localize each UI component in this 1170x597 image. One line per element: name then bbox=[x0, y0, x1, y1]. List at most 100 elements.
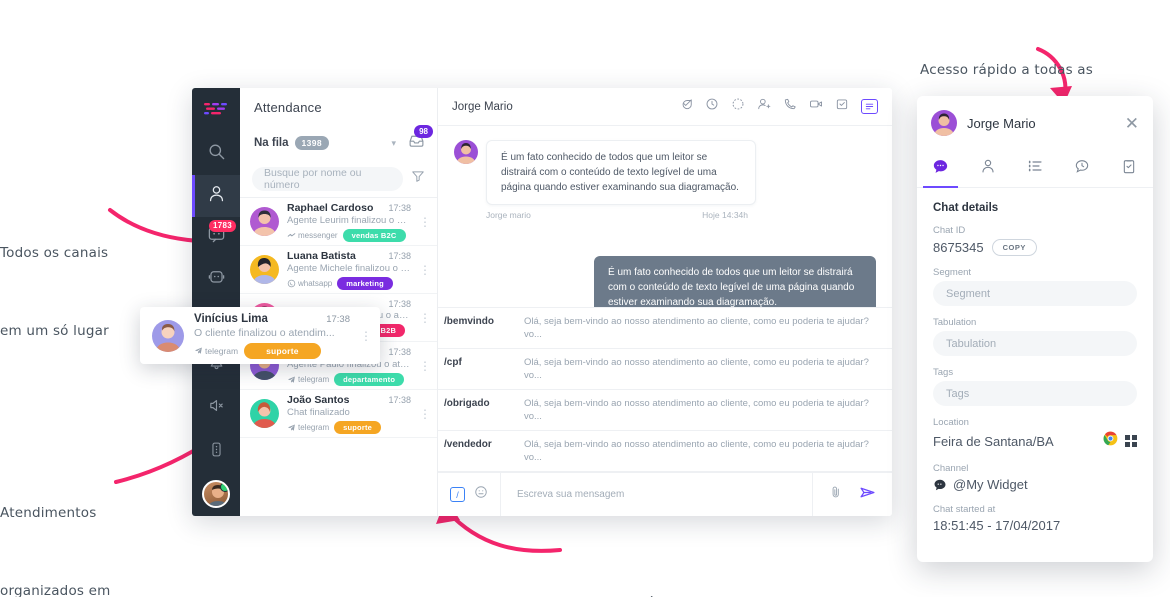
attachment-icon[interactable] bbox=[829, 485, 843, 504]
quick-reply-text: Olá, seja bem-vindo ao nosso atendimento… bbox=[524, 398, 869, 422]
rail-item-contacts[interactable] bbox=[192, 174, 240, 217]
tab-fields[interactable] bbox=[1011, 150, 1058, 187]
incoming-message: É um fato conhecido de todos que um leit… bbox=[454, 140, 876, 205]
quick-reply-row[interactable]: /bemvindo Olá, seja bem-vindo ao nosso a… bbox=[438, 308, 892, 349]
message-input[interactable]: Escreva sua mensagem bbox=[500, 473, 812, 516]
chat-list-item[interactable]: João Santos 17:38 Chat finalizado telegr… bbox=[240, 390, 437, 438]
quick-reply-icon[interactable]: / bbox=[450, 487, 465, 502]
contact-name: Vinícius Lima bbox=[194, 312, 268, 325]
rail-item-mute[interactable] bbox=[192, 386, 240, 430]
send-icon[interactable] bbox=[859, 484, 876, 506]
contact-name: Raphael Cardoso bbox=[287, 201, 374, 214]
chat-list-item[interactable]: Raphael Cardoso 17:38 Agente Leurim fina… bbox=[240, 198, 437, 246]
quick-reply-row[interactable]: /vendedor Olá, seja bem-vindo ao nosso a… bbox=[438, 431, 892, 472]
floating-card-top: Vinícius Lima 17:38 bbox=[194, 313, 350, 325]
copy-button[interactable]: COPY bbox=[991, 239, 1037, 256]
more-options-icon[interactable]: ⋮ bbox=[419, 312, 431, 324]
conversation-actions bbox=[679, 97, 878, 116]
user-avatar[interactable] bbox=[202, 480, 230, 508]
avatar bbox=[931, 110, 957, 136]
inbox-button[interactable]: 98 bbox=[408, 125, 433, 154]
transfer-icon[interactable] bbox=[731, 97, 745, 116]
chevron-down-icon[interactable]: ▾ bbox=[391, 138, 396, 149]
close-icon[interactable]: ✕ bbox=[1125, 115, 1139, 132]
channel-label: telegram bbox=[205, 345, 239, 356]
tabulation-placeholder: Tabulation bbox=[946, 337, 997, 350]
tags-input[interactable]: Tags bbox=[933, 381, 1137, 406]
emoji-icon[interactable] bbox=[474, 485, 488, 504]
status-badge: suporte bbox=[334, 420, 382, 434]
channel-label: Channel bbox=[933, 463, 969, 474]
more-options-icon[interactable]: ⋮ bbox=[419, 408, 431, 420]
tabulation-label: Tabulation bbox=[933, 317, 977, 328]
check-circle-icon[interactable] bbox=[679, 97, 693, 116]
contact-name: João Santos bbox=[287, 393, 350, 406]
tab-tasks[interactable] bbox=[1106, 150, 1153, 187]
search-input[interactable]: Busque por nome ou número bbox=[252, 166, 403, 191]
status-badge: departamento bbox=[334, 372, 405, 386]
video-icon[interactable] bbox=[809, 97, 823, 116]
channel-label: whatsapp bbox=[298, 278, 333, 288]
location-row: Feira de Santana/BA bbox=[933, 431, 1137, 451]
chat-list-item[interactable]: Luana Batista 17:38 Agente Michele final… bbox=[240, 246, 437, 294]
annotation-left-top: Todos os canais em um só lugar bbox=[0, 188, 109, 396]
filter-icon[interactable] bbox=[411, 169, 425, 188]
inbox-badge: 98 bbox=[414, 125, 433, 138]
quick-reply-row[interactable]: /cpf Olá, seja bem-vindo ao nosso atendi… bbox=[438, 349, 892, 390]
rail-item-search[interactable] bbox=[192, 133, 240, 175]
message-composer: / Escreva sua mensagem bbox=[438, 472, 892, 516]
queue-filter-row[interactable]: Na fila 1398 ▾ 98 bbox=[240, 125, 437, 160]
history-icon[interactable] bbox=[705, 97, 719, 116]
more-icon bbox=[208, 441, 225, 463]
task-icon[interactable] bbox=[835, 97, 849, 116]
quick-reply-row[interactable]: /obrigado Olá, seja bem-vindo ao nosso a… bbox=[438, 390, 892, 431]
avatar bbox=[250, 207, 279, 236]
more-options-icon[interactable]: ⋮ bbox=[419, 216, 431, 228]
message-thread: É um fato conhecido de todos que um leit… bbox=[438, 126, 892, 307]
contact-name: Luana Batista bbox=[287, 249, 356, 262]
windows-icon bbox=[1125, 435, 1137, 447]
composer-right-actions bbox=[812, 473, 892, 516]
add-user-icon[interactable] bbox=[757, 97, 771, 116]
more-options-icon[interactable]: ⋮ bbox=[360, 330, 372, 342]
more-options-icon[interactable]: ⋮ bbox=[419, 360, 431, 372]
chat-item-top: João Santos 17:38 bbox=[287, 394, 411, 406]
list-header: Attendance bbox=[240, 88, 437, 126]
tab-contact[interactable] bbox=[964, 150, 1011, 187]
tabulation-input[interactable]: Tabulation bbox=[933, 331, 1137, 356]
history-chat-icon bbox=[1074, 158, 1090, 179]
tab-chat[interactable] bbox=[917, 150, 964, 188]
call-transfer-icon[interactable] bbox=[783, 97, 797, 116]
incoming-meta: Jorge mario Hoje 14:34h bbox=[486, 210, 748, 220]
location-value: Feira de Santana/BA bbox=[933, 433, 1054, 449]
notes-icon[interactable] bbox=[861, 99, 878, 114]
message-author: Jorge mario bbox=[486, 210, 531, 220]
rail-item-more[interactable] bbox=[192, 430, 240, 474]
conversation-header: Jorge Mario bbox=[438, 88, 892, 126]
tab-history[interactable] bbox=[1059, 150, 1106, 187]
chat-id-row: 8675345 COPY bbox=[933, 239, 1137, 256]
segment-input[interactable]: Segment bbox=[933, 281, 1137, 306]
floating-chat-card[interactable]: Vinícius Lima 17:38 O cliente finalizou … bbox=[140, 307, 380, 364]
annotation-line: Todos os canais bbox=[0, 245, 109, 261]
detail-header: Jorge Mario ✕ bbox=[917, 96, 1153, 150]
chat-started-label: Chat started at bbox=[933, 504, 996, 515]
floating-card-tags: telegram suporte bbox=[194, 342, 350, 359]
detail-tabs[interactable] bbox=[917, 150, 1153, 188]
chat-item-tags: messenger vendas B2C bbox=[287, 228, 411, 242]
annotation-line: em um só lugar bbox=[0, 323, 109, 339]
chat-item-body: Raphael Cardoso 17:38 Agente Leurim fina… bbox=[287, 202, 411, 242]
rail-item-chats[interactable]: 1783 bbox=[192, 217, 240, 259]
rail-item-bots[interactable] bbox=[192, 258, 240, 300]
telegram-icon: telegram bbox=[194, 346, 238, 356]
quick-reply-command: /cpf bbox=[444, 357, 462, 368]
quick-reply-text: Olá, seja bem-vindo ao nosso atendimento… bbox=[524, 357, 869, 381]
left-nav-rail: 1783 bbox=[192, 88, 240, 516]
chat-snippet: O cliente finalizou o atendim... bbox=[194, 326, 335, 339]
telegram-icon: telegram bbox=[287, 375, 329, 384]
more-options-icon[interactable]: ⋮ bbox=[419, 264, 431, 276]
location-icons bbox=[1103, 431, 1137, 451]
chat-item-top: Raphael Cardoso 17:38 bbox=[287, 202, 411, 214]
quick-replies-table[interactable]: /bemvindo Olá, seja bem-vindo ao nosso a… bbox=[438, 307, 892, 472]
queue-label: Na fila bbox=[254, 137, 289, 149]
